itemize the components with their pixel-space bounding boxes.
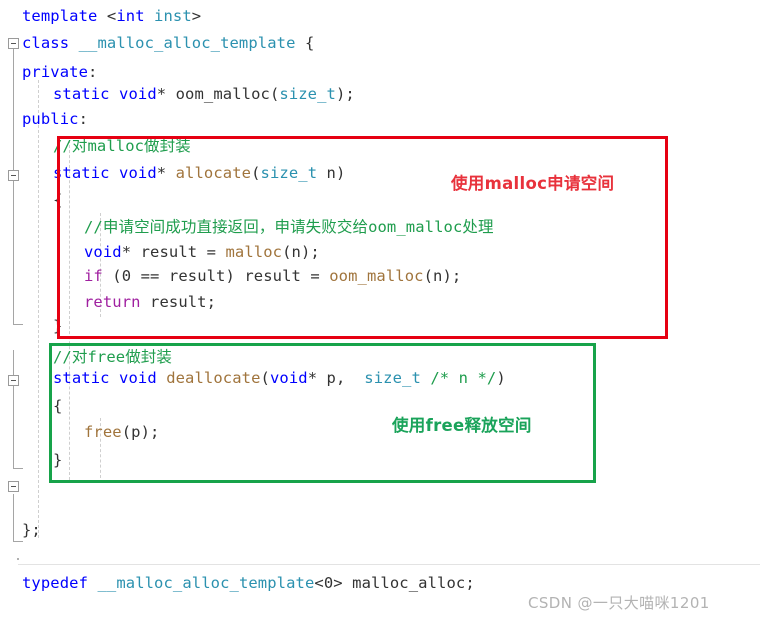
fold-tick-upper bbox=[13, 324, 23, 325]
fold-guide-allocate bbox=[13, 350, 14, 468]
code-token: * bbox=[156, 85, 176, 103]
code-token: oom_malloc bbox=[175, 85, 270, 103]
code-token: public bbox=[22, 110, 79, 128]
code-line: template <int inst> bbox=[22, 8, 201, 25]
csdn-watermark: CSDN @一只大喵咪1201 bbox=[528, 594, 710, 612]
code-token: <0> malloc_alloc; bbox=[314, 574, 475, 592]
code-editor-canvas[interactable]: template <int inst> class __malloc_alloc_… bbox=[0, 0, 760, 620]
code-line: public: bbox=[22, 111, 88, 128]
code-token: typedef bbox=[22, 574, 98, 592]
code-token: class bbox=[22, 34, 79, 52]
annotation-label-allocate: 使用malloc申请空间 bbox=[451, 174, 615, 193]
code-token: __malloc_alloc_template bbox=[97, 574, 315, 592]
annotation-label-deallocate: 使用free释放空间 bbox=[392, 416, 532, 435]
code-token: < bbox=[106, 7, 117, 25]
region-collapse-dot bbox=[17, 558, 19, 560]
code-token: { bbox=[295, 34, 315, 52]
fold-guide-deallocate bbox=[13, 494, 14, 542]
fold-toggle-allocate[interactable] bbox=[8, 170, 19, 181]
code-token: ); bbox=[335, 85, 355, 103]
code-token: : bbox=[88, 63, 98, 81]
code-line: }; bbox=[22, 522, 41, 539]
code-token: : bbox=[78, 110, 89, 128]
fold-toggle-trailing[interactable] bbox=[8, 481, 19, 492]
code-token: ( bbox=[269, 85, 280, 103]
code-token: inst bbox=[144, 7, 192, 25]
code-line: typedef __malloc_alloc_template<0> mallo… bbox=[22, 575, 475, 592]
fold-toggle-class[interactable] bbox=[8, 38, 19, 49]
fold-guide-class bbox=[13, 46, 14, 324]
code-token: int bbox=[116, 7, 145, 25]
indent-guide-level-1 bbox=[38, 80, 39, 538]
code-region-separator bbox=[18, 564, 760, 565]
code-token: }; bbox=[22, 521, 41, 539]
code-token: > bbox=[191, 7, 202, 25]
code-token: size_t bbox=[279, 85, 336, 103]
code-line: class __malloc_alloc_template { bbox=[22, 35, 314, 52]
code-line: private: bbox=[22, 64, 97, 81]
annotation-box-allocate bbox=[57, 136, 668, 339]
code-token: __malloc_alloc_template bbox=[78, 34, 296, 52]
code-token: static void bbox=[53, 85, 157, 103]
code-token: private bbox=[22, 63, 89, 81]
fold-tick-class-end bbox=[13, 541, 23, 542]
fold-toggle-deallocate[interactable] bbox=[8, 375, 19, 386]
fold-tick-lower bbox=[13, 468, 23, 469]
code-token: template bbox=[22, 7, 107, 25]
code-line: static void* oom_malloc(size_t); bbox=[53, 86, 355, 103]
